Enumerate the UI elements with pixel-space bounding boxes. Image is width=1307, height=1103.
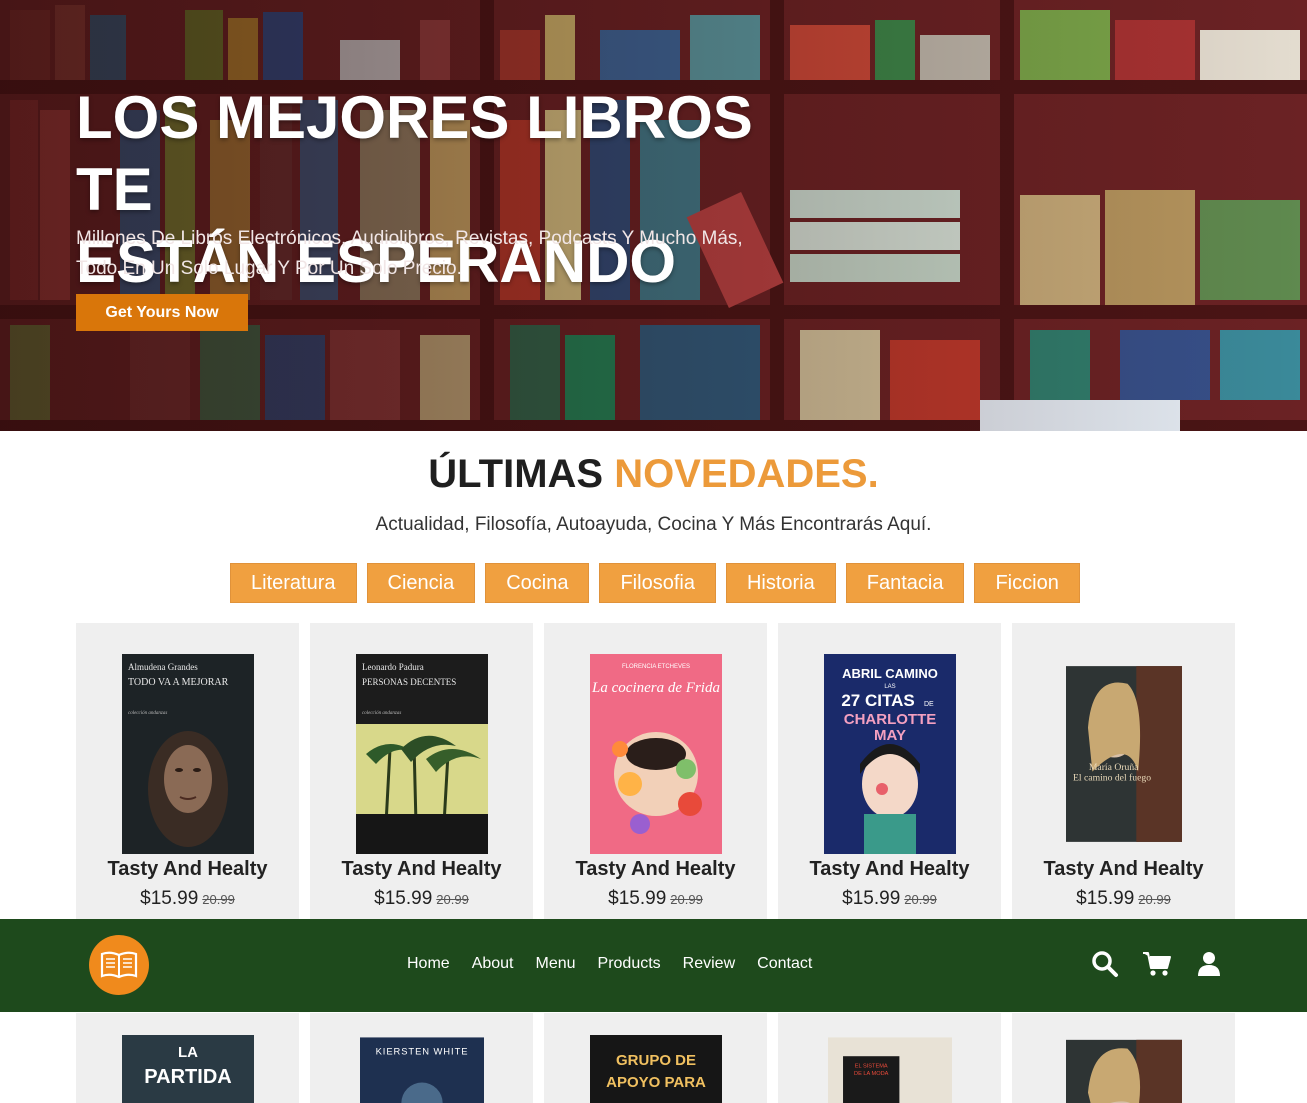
product-name: Tasty And Healty <box>809 858 970 880</box>
product-old-price: 20.99 <box>202 892 235 907</box>
cover-text: LA <box>178 1044 198 1061</box>
category-ciencia-button[interactable]: Ciencia <box>366 563 476 603</box>
nav-products-link[interactable]: Products <box>598 955 661 973</box>
cover-text: EL SISTEMA <box>855 1063 888 1069</box>
book-cover-image[interactable]: Leonardo Padura PERSONAS DECENTES colecc… <box>356 654 488 854</box>
cart-icon[interactable] <box>1142 949 1172 979</box>
cover-title-small: LAS <box>884 684 895 690</box>
cover-author: Leonardo Padura <box>362 662 424 672</box>
product-price-row: $15.99 20.99 <box>310 888 533 910</box>
nav-home-link[interactable]: Home <box>407 955 450 973</box>
cover-text: KIERSTEN WHITE <box>376 1045 469 1056</box>
product-name: Tasty And Healty <box>107 858 268 880</box>
navbar: Home About Menu Products Review Contact <box>0 919 1307 1012</box>
cover-title-name: CHARLOTTE <box>844 711 937 728</box>
hero-subtitle-line1: Millones De Libros Electrónicos, Audioli… <box>76 228 743 249</box>
product-old-price: 20.99 <box>1138 892 1171 907</box>
cover-author: FLORENCIA ETCHEVES <box>622 664 690 670</box>
cover-text: APOYO PARA <box>606 1074 706 1091</box>
book-cover-image[interactable]: LA PARTIDA <box>122 1035 254 1103</box>
open-book-icon <box>100 951 138 979</box>
nav-about-link[interactable]: About <box>472 955 514 973</box>
category-filosofia-button[interactable]: Filosofia <box>599 563 716 603</box>
product-card[interactable]: EL SISTEMA DE LA MODA <box>778 1013 1001 1103</box>
book-cover-image[interactable]: FLORENCIA ETCHEVES La cocinera de Frida <box>590 654 722 854</box>
book-cover-image[interactable]: KIERSTEN WHITE <box>360 1035 484 1103</box>
nav-review-link[interactable]: Review <box>683 955 735 973</box>
product-card[interactable]: GRUPO DE APOYO PARA <box>544 1013 767 1103</box>
cover-title-de: DE <box>924 701 934 708</box>
product-price-row: $15.99 20.99 <box>76 888 299 910</box>
cover-series: colección andanzas <box>362 711 401 716</box>
product-card[interactable]: Leonardo Padura PERSONAS DECENTES colecc… <box>310 623 533 923</box>
category-cocina-button[interactable]: Cocina <box>485 563 590 603</box>
category-ficcion-button[interactable]: Ficcion <box>974 563 1080 603</box>
product-name: Tasty And Healty <box>575 858 736 880</box>
cover-text: DE LA MODA <box>854 1071 889 1077</box>
cover-author: Almudena Grandes <box>128 662 198 672</box>
book-cover-image[interactable]: EL SISTEMA DE LA MODA <box>828 1035 952 1103</box>
product-card[interactable]: ABRIL CAMINO LAS 27 CITAS DE CHARLOTTE M… <box>778 623 1001 923</box>
book-cover-image[interactable]: ABRIL CAMINO LAS 27 CITAS DE CHARLOTTE M… <box>824 654 956 854</box>
book-cover-image[interactable] <box>1066 1035 1182 1103</box>
cover-title: El camino del fuego <box>1073 772 1151 783</box>
cover-title-name2: MAY <box>874 727 906 744</box>
product-name: Tasty And Healty <box>341 858 502 880</box>
cover-author: María Oruña <box>1089 762 1139 773</box>
product-price: $15.99 <box>140 888 199 909</box>
cover-series: colección andanzas <box>128 711 167 716</box>
get-yours-now-button[interactable]: Get Yours Now <box>76 294 248 331</box>
product-price: $15.99 <box>1076 888 1135 909</box>
product-price-row: $15.99 20.99 <box>778 888 1001 910</box>
hero-subtitle-line2: Todo En Un Solo Lugar Y Por Un Solo Prec… <box>76 258 462 279</box>
cover-text: PARTIDA <box>144 1066 231 1088</box>
product-price-row: $15.99 20.99 <box>544 888 767 910</box>
hero-title-line1: LOS MEJORES LIBROS TE <box>76 84 753 223</box>
cover-text: GRUPO DE <box>616 1052 696 1069</box>
section-title-accent: NOVEDADES. <box>614 452 879 496</box>
product-price: $15.99 <box>608 888 667 909</box>
nav-menu: Home About Menu Products Review Contact <box>407 955 812 973</box>
cover-title: TODO VA A MEJORAR <box>128 677 229 688</box>
product-card[interactable]: María Oruña El camino del fuego Tasty An… <box>1012 623 1235 923</box>
category-historia-button[interactable]: Historia <box>725 563 836 603</box>
product-card[interactable]: Almudena Grandes TODO VA A MEJORAR colec… <box>76 623 299 923</box>
category-literatura-button[interactable]: Literatura <box>230 563 357 603</box>
product-old-price: 20.99 <box>904 892 937 907</box>
section-title: ÚLTIMAS NOVEDADES. <box>0 452 1307 497</box>
product-name: Tasty And Healty <box>1043 858 1204 880</box>
nav-menu-link[interactable]: Menu <box>536 955 576 973</box>
product-price: $15.99 <box>842 888 901 909</box>
search-icon[interactable] <box>1090 949 1120 979</box>
user-icon[interactable] <box>1194 949 1224 979</box>
hero-banner: LOS MEJORES LIBROS TE ESTÁN ESPERANDO Mi… <box>0 0 1307 431</box>
cover-author: ABRIL CAMINO <box>842 666 938 681</box>
category-filter-bar: Literatura Ciencia Cocina Filosofia Hist… <box>230 563 1080 603</box>
section-subtitle: Actualidad, Filosofía, Autoayuda, Cocina… <box>375 514 932 535</box>
product-card[interactable]: KIERSTEN WHITE <box>310 1013 533 1103</box>
product-card[interactable] <box>1012 1013 1235 1103</box>
product-price: $15.99 <box>374 888 433 909</box>
book-cover-image[interactable]: GRUPO DE APOYO PARA <box>590 1035 722 1103</box>
cover-title: PERSONAS DECENTES <box>362 677 456 687</box>
product-card[interactable]: FLORENCIA ETCHEVES La cocinera de Frida … <box>544 623 767 923</box>
category-fantacia-button[interactable]: Fantacia <box>845 563 965 603</box>
product-grid-row-2: LA PARTIDA KIERSTEN WHITE GRUPO DE APOYO… <box>76 1013 1235 1103</box>
product-grid: Almudena Grandes TODO VA A MEJORAR colec… <box>76 623 1235 923</box>
book-cover-image[interactable]: María Oruña El camino del fuego <box>1066 654 1182 854</box>
nav-contact-link[interactable]: Contact <box>757 955 812 973</box>
book-cover-image[interactable]: Almudena Grandes TODO VA A MEJORAR colec… <box>122 654 254 854</box>
logo[interactable] <box>89 935 149 995</box>
product-price-row: $15.99 20.99 <box>1012 888 1235 910</box>
section-title-main: ÚLTIMAS <box>428 452 615 496</box>
cover-title: La cocinera de Frida <box>591 680 720 696</box>
product-old-price: 20.99 <box>436 892 469 907</box>
cover-title-big: 27 CITAS <box>841 691 914 710</box>
hero-subtitle: Millones De Libros Electrónicos, Audioli… <box>76 224 776 284</box>
nav-icons <box>1090 949 1224 979</box>
product-card[interactable]: LA PARTIDA <box>76 1013 299 1103</box>
product-old-price: 20.99 <box>670 892 703 907</box>
